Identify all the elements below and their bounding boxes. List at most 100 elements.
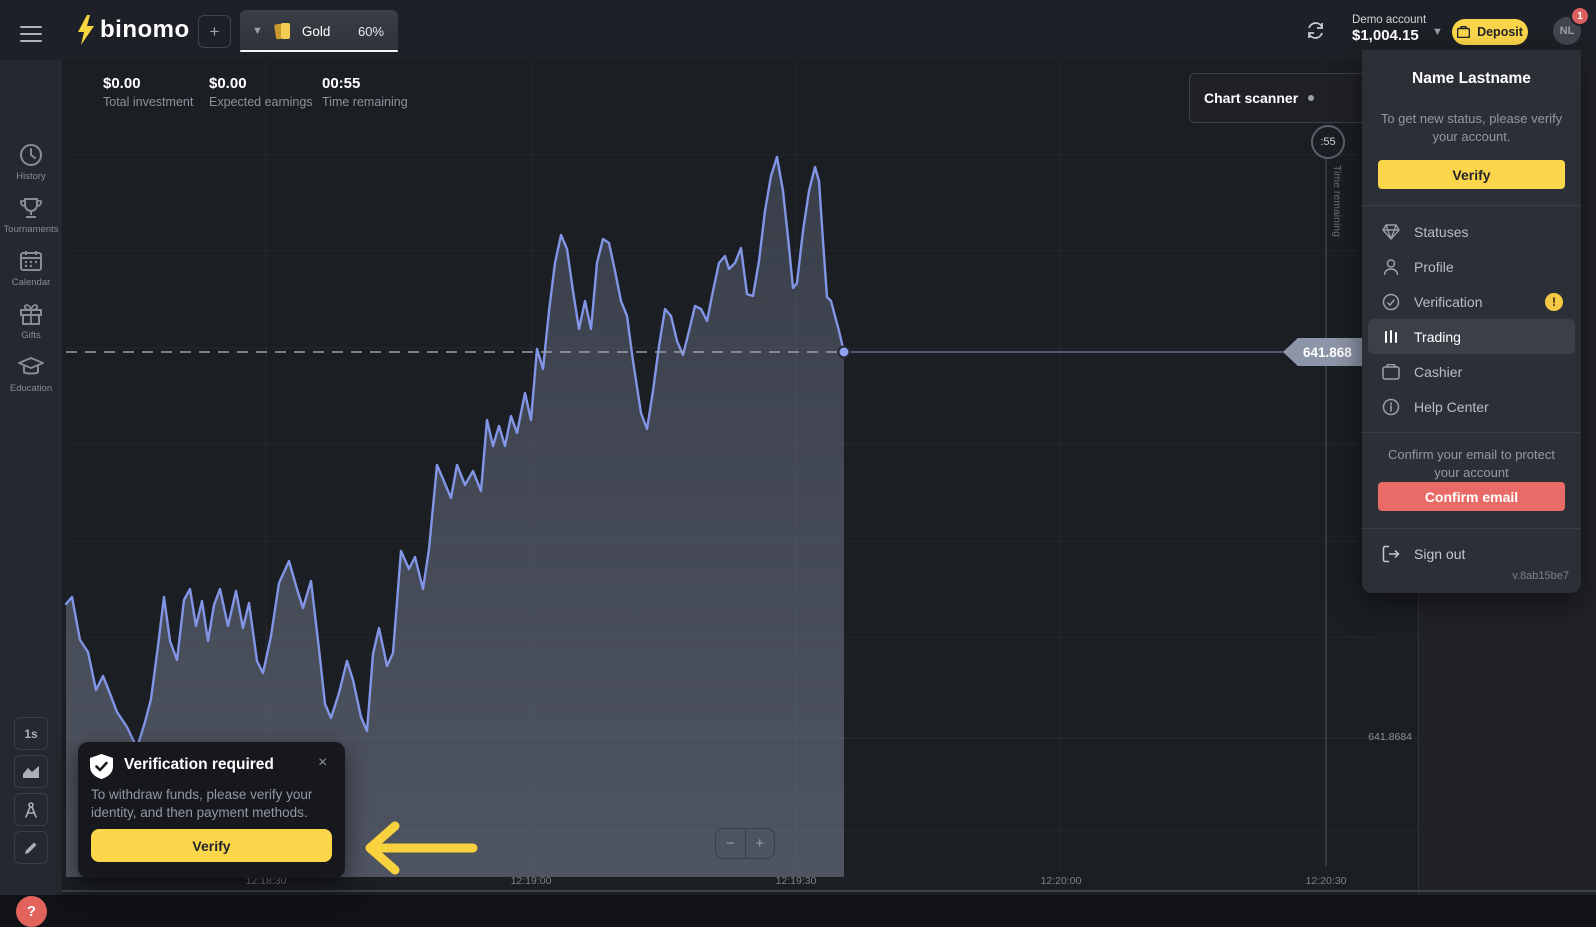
time-tick: 12:19:00 — [511, 875, 552, 887]
expected-earnings-stat: $0.00 Expected earnings — [209, 75, 313, 109]
menu-icon[interactable] — [20, 21, 42, 47]
top-bar: binomo + ▼ Gold 60% Demo account $1,004.… — [0, 0, 1596, 60]
time-tick: 12:19:30 — [776, 875, 817, 887]
refresh-icon[interactable] — [1305, 20, 1326, 41]
wallet-icon — [1457, 26, 1470, 38]
menu-item-profile[interactable]: Profile — [1362, 249, 1581, 284]
asset-tab-gold[interactable]: ▼ Gold 60% — [240, 10, 398, 52]
scrollbar[interactable] — [62, 890, 1596, 892]
account-balance: $1,004.15 — [1352, 27, 1426, 44]
menu-item-label: Statuses — [1414, 224, 1468, 240]
candlestick-icon — [1382, 328, 1400, 346]
menu-item-label: Trading — [1414, 329, 1461, 345]
info-icon — [1382, 398, 1400, 416]
app-version: v.8ab15be7 — [1512, 570, 1569, 582]
account-type: Demo account — [1352, 14, 1426, 26]
total-investment-label: Total investment — [103, 95, 193, 109]
sidebar-item-label: Tournaments — [0, 224, 62, 235]
menu-item-trading[interactable]: Trading — [1368, 319, 1575, 354]
menu-item-help-center[interactable]: Help Center — [1362, 389, 1581, 424]
cashier-icon — [1382, 364, 1400, 380]
verification-alert-badge: ! — [1545, 293, 1563, 311]
menu-item-cashier[interactable]: Cashier — [1362, 354, 1581, 389]
time-tick: 12:20:30 — [1306, 875, 1347, 887]
chevron-down-icon[interactable]: ▼ — [252, 25, 263, 37]
popup-title: Verification required — [124, 756, 274, 774]
area-chart-icon — [22, 765, 40, 779]
add-asset-button[interactable]: + — [198, 15, 231, 48]
user-name: Name Lastname — [1362, 70, 1581, 88]
arrow-left-icon — [350, 813, 490, 883]
countdown-badge: :55 — [1311, 125, 1345, 159]
time-remaining-label: Time remaining — [322, 95, 408, 109]
verification-popup: Verification required × To withdraw fund… — [78, 742, 345, 878]
binomo-logo[interactable]: binomo — [100, 16, 190, 44]
panel-verify-button[interactable]: Verify — [1378, 160, 1565, 189]
popup-verify-button[interactable]: Verify — [91, 829, 332, 862]
gift-icon — [18, 301, 44, 327]
deposit-button[interactable]: Deposit — [1452, 19, 1528, 45]
menu-item-label: Verification — [1414, 294, 1482, 310]
sidebar-item-label: Gifts — [0, 330, 62, 341]
status-hint: To get new status, please verify your ac… — [1380, 110, 1563, 145]
pencil-icon — [23, 840, 39, 856]
sidebar-item-calendar[interactable]: Calendar — [0, 248, 62, 288]
asset-name: Gold — [302, 24, 331, 39]
sidebar-item-gifts[interactable]: Gifts — [0, 301, 62, 341]
menu-item-label: Profile — [1414, 259, 1454, 275]
expected-earnings-label: Expected earnings — [209, 95, 313, 109]
time-remaining-stat: 00:55 Time remaining — [322, 75, 408, 109]
calendar-icon — [18, 248, 44, 274]
binomo-bolt-icon — [76, 15, 96, 45]
chart-scanner-button[interactable]: Chart scanner — [1189, 73, 1369, 123]
deposit-label: Deposit — [1477, 25, 1523, 39]
price-axis-label: 641.8684 — [1352, 731, 1412, 743]
sign-out-button[interactable]: Sign out — [1362, 536, 1581, 571]
trophy-icon — [18, 195, 44, 221]
indicators-button[interactable] — [14, 793, 48, 826]
notification-badge: 1 — [1570, 6, 1590, 26]
diamond-icon — [1382, 224, 1400, 240]
account-menu-panel: Name Lastname To get new status, please … — [1362, 50, 1581, 593]
interval-button[interactable]: 1s — [14, 717, 48, 750]
chart-type-button[interactable] — [14, 755, 48, 788]
account-chevron-icon[interactable]: ▼ — [1432, 26, 1443, 38]
menu-item-statuses[interactable]: Statuses — [1362, 214, 1581, 249]
sidebar-item-tournaments[interactable]: Tournaments — [0, 195, 62, 235]
sign-out-label: Sign out — [1414, 546, 1465, 562]
sidebar-item-label: History — [0, 171, 62, 182]
menu-item-label: Cashier — [1414, 364, 1462, 380]
time-remaining-value: 00:55 — [322, 75, 408, 92]
popup-body: To withdraw funds, please verify your id… — [91, 786, 326, 821]
sidebar-item-history[interactable]: History — [0, 142, 62, 182]
zoom-in-button[interactable]: + — [746, 829, 775, 858]
shield-check-icon — [90, 754, 113, 779]
menu-item-verification[interactable]: Verification ! — [1362, 284, 1581, 319]
menu-item-label: Help Center — [1414, 399, 1489, 415]
close-icon[interactable]: × — [318, 754, 327, 772]
time-remaining-axis-label: Time remaining — [1331, 165, 1343, 237]
gold-icon — [272, 20, 294, 42]
graduation-cap-icon — [17, 354, 45, 380]
confirm-email-button[interactable]: Confirm email — [1378, 482, 1565, 511]
account-selector[interactable]: Demo account $1,004.15 — [1352, 14, 1426, 44]
help-button[interactable]: ? — [16, 896, 47, 927]
time-tick: 12:20:00 — [1041, 875, 1082, 887]
asset-payout: 60% — [358, 24, 384, 39]
sign-out-icon — [1382, 545, 1400, 563]
compass-icon — [23, 801, 39, 818]
zoom-control: − + — [715, 828, 775, 859]
drawing-button[interactable] — [14, 831, 48, 864]
confirm-email-hint: Confirm your email to protect your accou… — [1382, 446, 1561, 481]
sidebar-item-label: Calendar — [0, 277, 62, 288]
history-icon — [18, 142, 44, 168]
total-investment-value: $0.00 — [103, 75, 193, 92]
status-dot-icon — [1308, 95, 1314, 101]
chart-scanner-label: Chart scanner — [1204, 90, 1298, 106]
profile-icon — [1382, 258, 1400, 276]
total-investment-stat: $0.00 Total investment — [103, 75, 193, 109]
check-circle-icon — [1382, 293, 1400, 311]
left-sidebar: History Tournaments Calendar Gifts E — [0, 60, 62, 895]
sidebar-item-education[interactable]: Education — [0, 354, 62, 394]
zoom-out-button[interactable]: − — [716, 829, 746, 858]
